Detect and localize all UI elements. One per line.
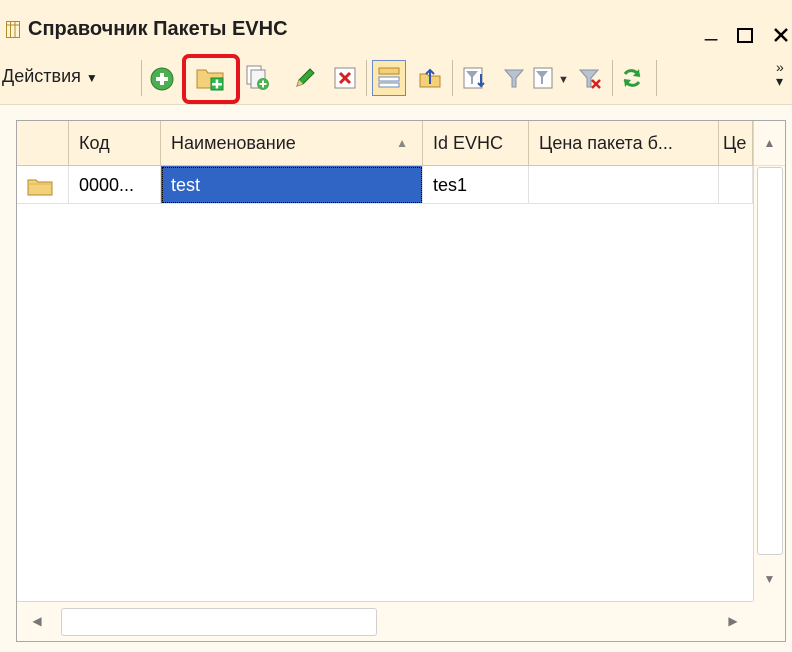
scroll-left-arrow-icon[interactable]: ◀ — [17, 602, 57, 641]
toolbar-separator — [366, 60, 367, 96]
scroll-right-arrow-icon[interactable]: ▶ — [713, 602, 753, 641]
vertical-scroll-thumb[interactable] — [757, 167, 783, 555]
toolbar-separator — [141, 60, 142, 96]
horizontal-scrollbar[interactable]: ◀ ▶ — [17, 601, 753, 641]
filter-dropdown-icon[interactable] — [532, 66, 556, 90]
horizontal-scroll-thumb[interactable] — [61, 608, 377, 636]
column-header-price-2[interactable]: Це — [719, 121, 753, 166]
scroll-up-arrow-icon[interactable]: ▲ — [754, 121, 785, 166]
clear-filter-icon[interactable] — [577, 66, 603, 90]
vertical-scrollbar[interactable]: ▲ ▼ — [753, 121, 785, 601]
copy-icon[interactable] — [245, 64, 271, 92]
maximize-button[interactable] — [737, 28, 753, 43]
row-icon-cell — [17, 166, 69, 204]
column-header-price[interactable]: Цена пакета б... — [529, 121, 719, 166]
filter-icon[interactable] — [502, 66, 526, 90]
column-header-code[interactable]: Код — [69, 121, 161, 166]
delete-icon[interactable] — [333, 66, 357, 90]
scrollbar-corner — [753, 601, 785, 641]
cell-id-evhc[interactable]: tes1 — [423, 166, 529, 204]
filter-settings-icon[interactable] — [462, 66, 488, 90]
toolbar-separator — [656, 60, 657, 96]
window-title: Справочник Пакеты EVHC — [28, 18, 288, 40]
chevron-down-icon: ▼ — [85, 71, 98, 85]
column-header-icon[interactable] — [17, 121, 69, 166]
catalog-icon — [6, 21, 20, 38]
catalog-table: Код Наименование ▲ Id EVHC Цена пакета б… — [16, 120, 786, 642]
toolbar-separator — [452, 60, 453, 96]
minimize-button[interactable]: _ — [705, 18, 717, 40]
scroll-down-arrow-icon[interactable]: ▼ — [754, 557, 785, 601]
folder-icon — [27, 179, 53, 196]
column-header-name-label: Наименование — [171, 133, 296, 153]
level-up-icon[interactable] — [418, 66, 442, 90]
actions-label: Действия — [2, 66, 81, 86]
cell-name[interactable]: test — [161, 166, 423, 204]
chevron-down-icon[interactable]: ▼ — [558, 74, 569, 86]
close-button[interactable] — [773, 27, 789, 43]
cell-price-2[interactable] — [719, 166, 753, 204]
column-header-name[interactable]: Наименование ▲ — [161, 121, 423, 166]
cell-code[interactable]: 0000... — [69, 166, 161, 204]
refresh-icon[interactable] — [620, 66, 644, 90]
actions-menu[interactable]: Действия ▼ — [2, 66, 98, 87]
cell-price[interactable] — [529, 166, 719, 204]
add-icon[interactable] — [150, 67, 174, 91]
add-folder-icon[interactable] — [196, 64, 226, 92]
more-icon[interactable]: » ▾ — [776, 60, 784, 88]
hierarchy-icon[interactable] — [377, 66, 401, 90]
toolbar-separator — [612, 60, 613, 96]
column-header-id-evhc[interactable]: Id EVHC — [423, 121, 529, 166]
sort-icon: ▲ — [396, 136, 408, 150]
edit-icon[interactable] — [293, 66, 317, 90]
